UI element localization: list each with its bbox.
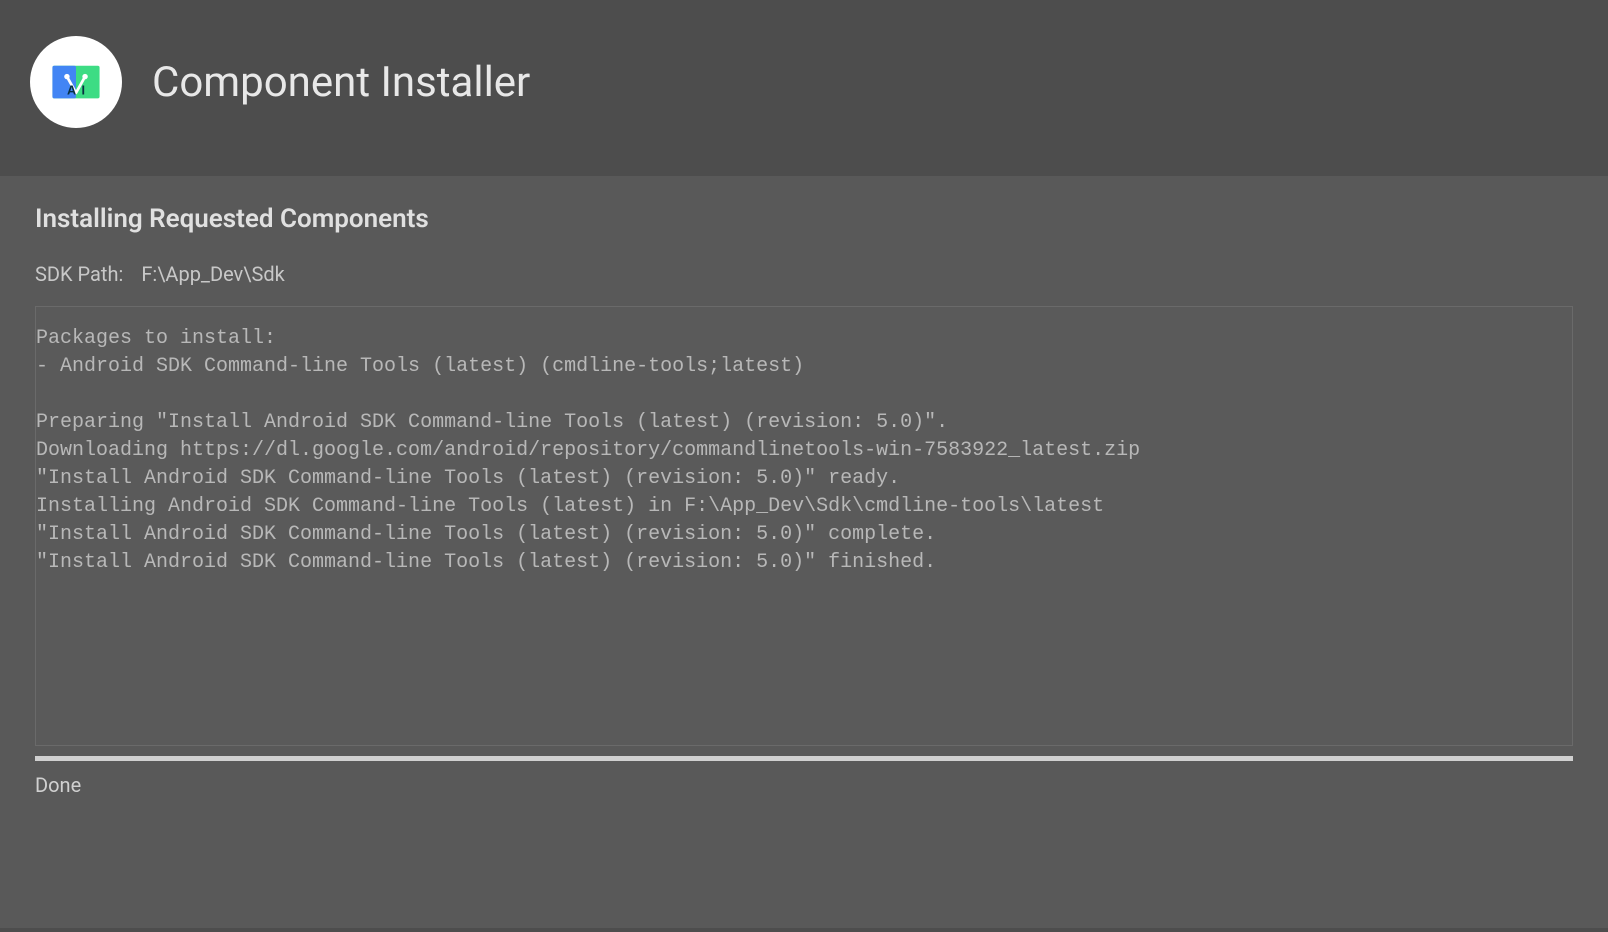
header: A I Component Installer [0,0,1608,176]
install-log[interactable]: Packages to install: - Android SDK Comma… [35,306,1573,746]
sdk-path-value: F:\App_Dev\Sdk [141,262,284,286]
sdk-path-row: SDK Path: F:\App_Dev\Sdk [35,262,1573,286]
android-studio-icon: A I [30,36,122,128]
sdk-path-label: SDK Path: [35,262,123,286]
svg-text:I: I [81,84,85,98]
section-title: Installing Requested Components [35,204,1573,234]
android-studio-logo-icon: A I [47,53,105,111]
svg-text:A: A [67,84,76,98]
page-title: Component Installer [152,58,530,107]
content-area: Installing Requested Components SDK Path… [0,176,1608,928]
progress-bar [35,756,1573,761]
status-text: Done [35,773,1573,797]
